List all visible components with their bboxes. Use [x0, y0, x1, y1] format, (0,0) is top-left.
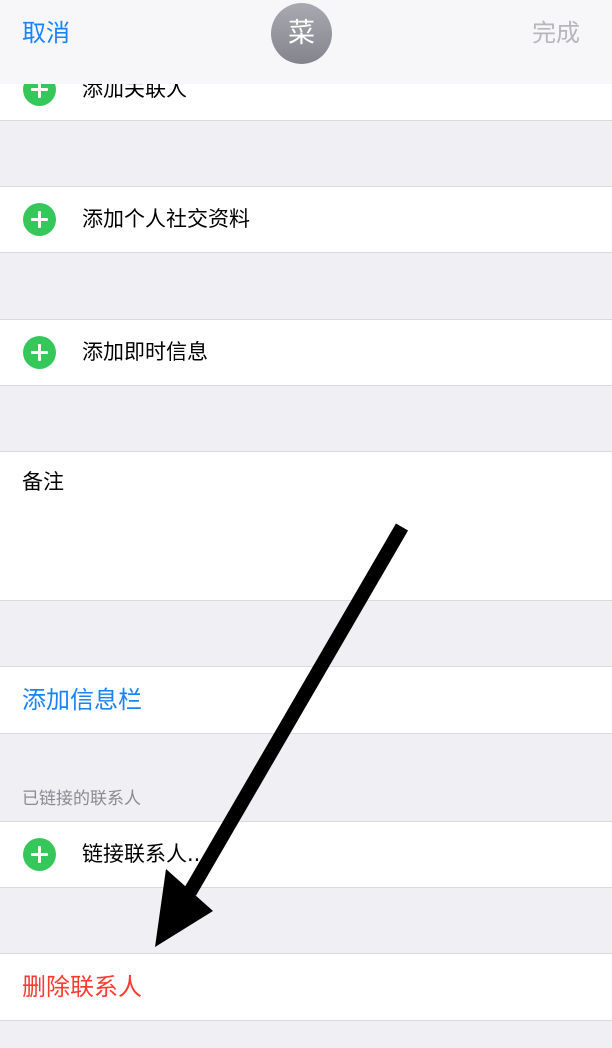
link-contact-row[interactable]: 链接联系人... — [0, 821, 612, 888]
delete-contact-row[interactable]: 删除联系人 — [0, 953, 612, 1021]
add-instant-message-row[interactable]: 添加即时信息 — [0, 319, 612, 386]
cancel-button[interactable]: 取消 — [22, 16, 70, 50]
delete-contact-label: 删除联系人 — [22, 973, 142, 1001]
add-instant-message-label: 添加即时信息 — [82, 340, 208, 364]
notes-label: 备注 — [22, 470, 64, 494]
notes-field[interactable]: 备注 — [0, 451, 612, 601]
add-field-label: 添加信息栏 — [22, 686, 142, 714]
linked-contacts-header: 已链接的联系人 — [22, 789, 141, 809]
done-button[interactable]: 完成 — [532, 16, 580, 50]
add-social-profile-label: 添加个人社交资料 — [82, 207, 250, 231]
contact-avatar[interactable]: 菜 — [271, 3, 332, 64]
navigation-bar: 取消 菜 完成 — [0, 0, 612, 84]
link-contact-label: 链接联系人... — [82, 842, 208, 866]
add-field-row[interactable]: 添加信息栏 — [0, 666, 612, 734]
add-social-profile-row[interactable]: 添加个人社交资料 — [0, 186, 612, 253]
add-icon — [23, 838, 56, 871]
add-icon — [23, 203, 56, 236]
add-icon — [23, 336, 56, 369]
